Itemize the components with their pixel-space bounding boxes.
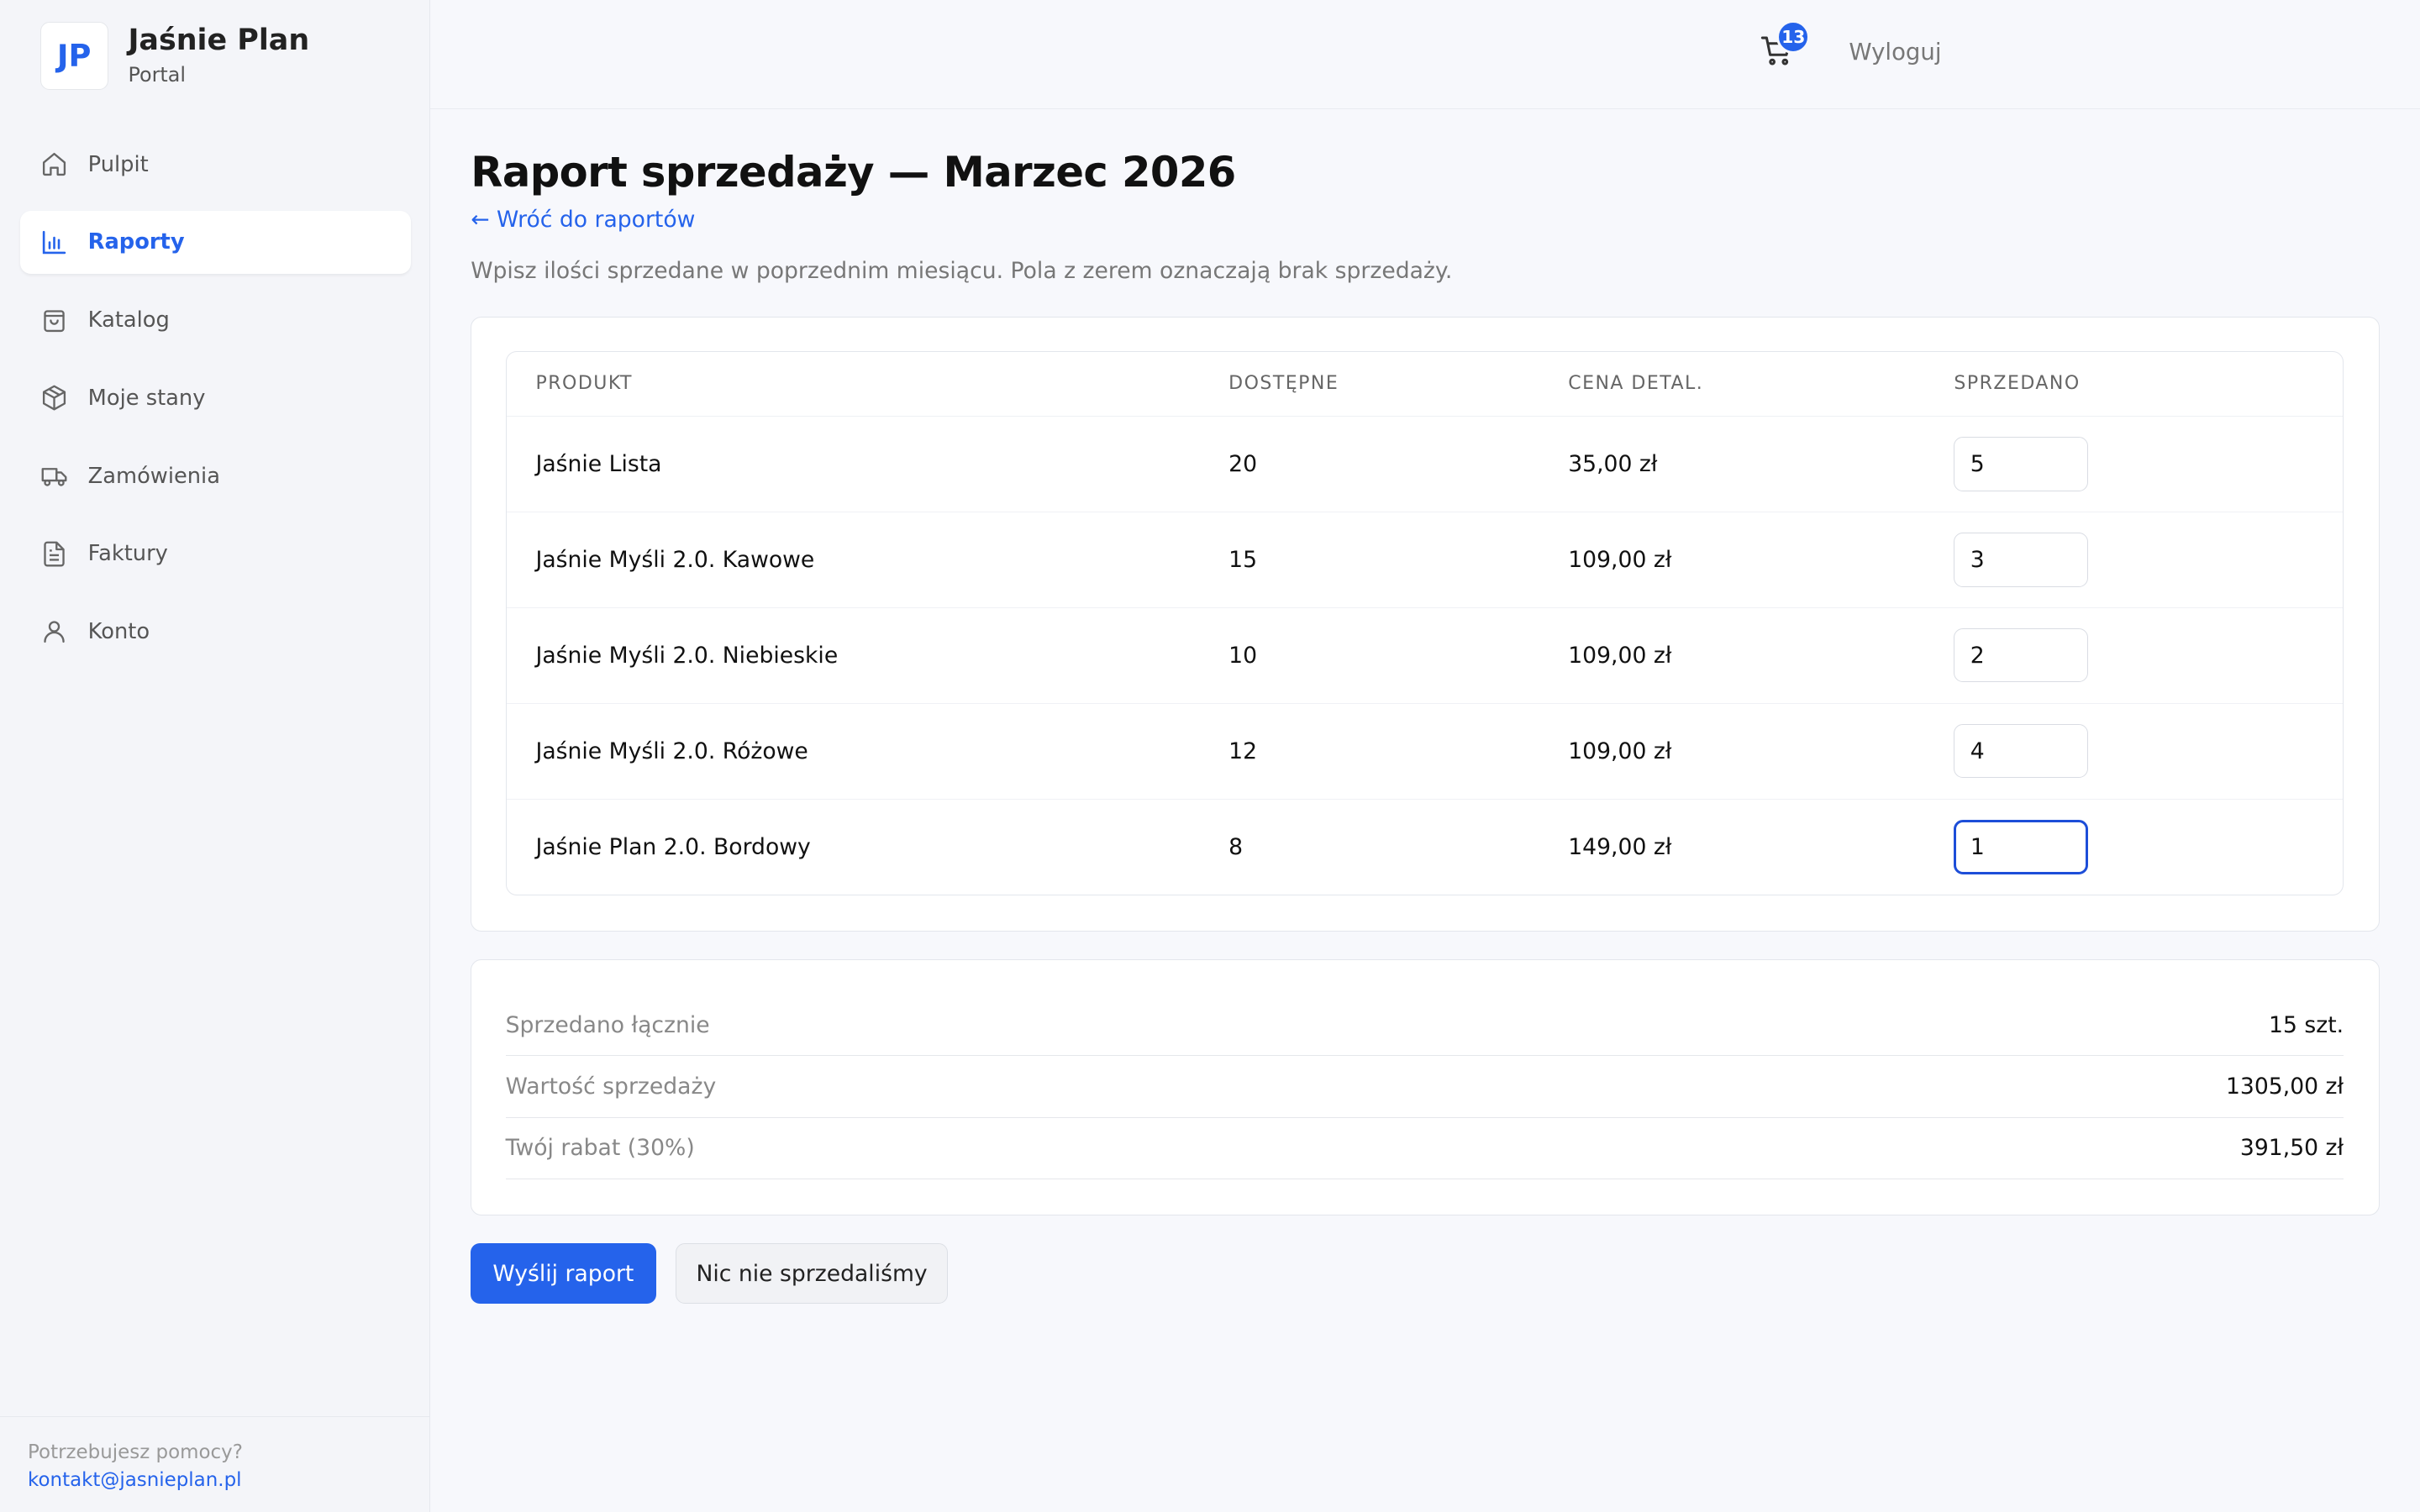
retail-price: 109,00 zł — [1568, 738, 1672, 764]
sidebar-item-label: Zamówienia — [87, 463, 220, 489]
brand-name: Jaśnie Plan — [128, 23, 310, 57]
truck-icon — [40, 462, 68, 490]
sidebar-item-label: Pulpit — [87, 151, 149, 177]
sidebar-item-label: Konto — [87, 619, 150, 644]
help-box: Potrzebujesz pomocy? kontakt@jasnieplan.… — [0, 1416, 429, 1512]
product-name: Jaśnie Myśli 2.0. Niebieskie — [535, 642, 839, 669]
summary-row-discount: Twój rabat (30%) 391,50 zł — [505, 1118, 2344, 1180]
sidebar-item-pulpit[interactable]: Pulpit — [20, 133, 411, 196]
sidebar-item-raporty[interactable]: Raporty — [19, 210, 411, 274]
retail-price: 35,00 zł — [1568, 451, 1658, 477]
retail-price: 109,00 zł — [1568, 546, 1672, 573]
summary-label: Wartość sprzedaży — [505, 1074, 717, 1100]
available-qty: 10 — [1228, 642, 1258, 669]
sidebar-item-zamowienia[interactable]: Zamówienia — [20, 444, 411, 507]
available-qty: 8 — [1228, 834, 1244, 860]
back-to-reports-link[interactable]: ← Wróć do raportów — [471, 207, 695, 233]
submit-report-button[interactable]: Wyślij raport — [471, 1243, 656, 1304]
sidebar-item-label: Katalog — [87, 307, 170, 333]
page-title: Raport sprzedaży — Marzec 2026 — [471, 148, 1236, 197]
sidebar-item-label: Raporty — [87, 229, 185, 255]
sold-qty-input[interactable] — [1954, 723, 2089, 779]
brand[interactable]: JP Jaśnie Plan Portal — [39, 21, 310, 90]
available-qty: 12 — [1228, 738, 1258, 764]
topbar — [430, 0, 2420, 110]
header-sold: SPRZEDANO — [1954, 373, 2081, 395]
table-row: Jaśnie Myśli 2.0. Kawowe 15 109,00 zł — [506, 512, 2344, 608]
sidebar-item-faktury[interactable]: Faktury — [20, 522, 411, 585]
sold-qty-input[interactable] — [1954, 533, 2089, 587]
products-card: PRODUKT DOSTĘPNE CENA DETAL. SPRZEDANO J… — [471, 316, 2381, 932]
product-name: Jaśnie Myśli 2.0. Kawowe — [535, 546, 815, 573]
retail-price: 109,00 zł — [1568, 642, 1672, 669]
nothing-sold-button[interactable]: Nic nie sprzedaliśmy — [676, 1243, 948, 1304]
available-qty: 20 — [1228, 451, 1258, 477]
header-product: PRODUKT — [535, 373, 633, 395]
summary-value: 391,50 zł — [2239, 1135, 2344, 1162]
sidebar-item-label: Moje stany — [87, 385, 206, 411]
sidebar-item-katalog[interactable]: Katalog — [20, 288, 411, 351]
header-price: CENA DETAL. — [1568, 373, 1704, 395]
product-name: Jaśnie Myśli 2.0. Różowe — [535, 738, 808, 764]
summary-value: 15 szt. — [2269, 1011, 2344, 1038]
box-icon — [40, 384, 68, 412]
table-header: PRODUKT DOSTĘPNE CENA DETAL. SPRZEDANO — [506, 352, 2344, 417]
product-name: Jaśnie Plan 2.0. Bordowy — [535, 834, 811, 860]
summary-label: Sprzedano łącznie — [505, 1011, 710, 1038]
page-description: Wpisz ilości sprzedane w poprzednim mies… — [471, 257, 1453, 284]
brand-logo: JP — [39, 21, 108, 90]
sales-table: PRODUKT DOSTĘPNE CENA DETAL. SPRZEDANO J… — [505, 350, 2344, 896]
document-icon — [40, 540, 68, 568]
bag-icon — [40, 307, 68, 334]
summary-card: Sprzedano łącznie 15 szt. Wartość sprzed… — [471, 959, 2381, 1216]
sold-qty-input[interactable] — [1954, 628, 2089, 683]
table-row: Jaśnie Myśli 2.0. Niebieskie 10 109,00 z… — [506, 608, 2344, 704]
summary-row-total: Sprzedano łącznie 15 szt. — [505, 995, 2344, 1057]
brand-subtitle: Portal — [128, 63, 186, 87]
help-question: Potrzebujesz pomocy? — [28, 1441, 243, 1463]
logout-button[interactable]: Wyloguj — [1849, 39, 1941, 66]
home-icon — [40, 150, 68, 178]
table-row: Jaśnie Plan 2.0. Bordowy 8 149,00 zł — [507, 800, 2344, 895]
chart-icon — [40, 228, 68, 256]
table-row: Jaśnie Lista 20 35,00 zł — [506, 417, 2344, 512]
sidebar: JP Jaśnie Plan Portal Pulpit Raporty Kat… — [0, 0, 431, 1512]
summary-label: Twój rabat (30%) — [505, 1135, 695, 1162]
summary-value: 1305,00 zł — [2225, 1074, 2344, 1100]
sold-qty-input[interactable] — [1954, 820, 2089, 874]
sold-qty-input[interactable] — [1954, 437, 2089, 491]
sidebar-item-konto[interactable]: Konto — [20, 600, 411, 663]
user-icon — [40, 617, 68, 645]
help-email-link[interactable]: kontakt@jasnieplan.pl — [28, 1467, 429, 1494]
sidebar-nav: Pulpit Raporty Katalog Moje stany Zamówi… — [19, 133, 411, 678]
sidebar-item-label: Faktury — [87, 541, 168, 567]
retail-price: 149,00 zł — [1568, 834, 1672, 860]
summary-row-value: Wartość sprzedaży 1305,00 zł — [505, 1056, 2344, 1118]
product-name: Jaśnie Lista — [535, 451, 662, 477]
header-available: DOSTĘPNE — [1228, 373, 1339, 395]
available-qty: 15 — [1228, 546, 1258, 573]
table-row: Jaśnie Myśli 2.0. Różowe 12 109,00 zł — [506, 704, 2344, 800]
sidebar-item-moje-stany[interactable]: Moje stany — [20, 366, 411, 429]
